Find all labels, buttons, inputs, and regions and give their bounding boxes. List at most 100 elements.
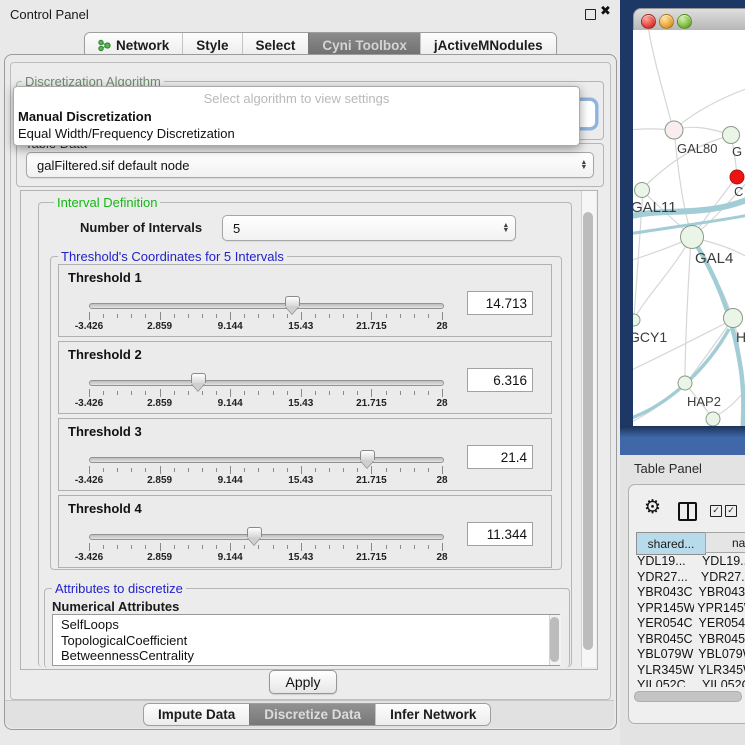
slider-minor-tick <box>244 468 245 472</box>
split-columns-icon[interactable] <box>678 502 697 521</box>
attributes-scrollbar-thumb[interactable] <box>550 617 559 662</box>
network-node-gal4[interactable] <box>681 226 704 249</box>
cell-shared-name[interactable]: YBL079W <box>634 647 695 663</box>
table-row[interactable]: YDR27...YDR27... <box>634 570 745 586</box>
cell-name[interactable]: YLR345W <box>695 663 745 679</box>
slider-track[interactable] <box>89 534 444 540</box>
slider-thumb[interactable] <box>360 450 375 467</box>
cell-shared-name[interactable]: YBR043C <box>634 585 696 601</box>
network-graph[interactable]: GAL80GCGAL11GAL4GCY1HHAP2 <box>633 30 745 426</box>
slider-track[interactable] <box>89 303 444 309</box>
slider-minor-tick <box>117 314 118 318</box>
cell-shared-name[interactable]: YDR27... <box>634 570 698 586</box>
network-node-gal11[interactable] <box>635 183 650 198</box>
close-icon[interactable]: ✖ <box>600 4 611 19</box>
tab-infer-network[interactable]: Infer Network <box>375 704 490 725</box>
slider-major-tick <box>230 466 231 474</box>
network-edge[interactable] <box>688 319 732 381</box>
slider-track[interactable] <box>89 457 444 463</box>
cell-name[interactable]: YIL052C <box>699 678 745 687</box>
tab-impute-data[interactable]: Impute Data <box>144 704 249 725</box>
table-row[interactable]: YER054CYER054C <box>634 616 745 632</box>
close-light-red[interactable] <box>641 14 656 29</box>
cell-shared-name[interactable]: YIL052C <box>634 678 699 687</box>
network-edge[interactable] <box>685 239 691 382</box>
algorithm-option-manual[interactable]: Manual Discretization <box>14 108 579 125</box>
gear-icon[interactable]: ⚙ <box>644 498 661 517</box>
cell-name[interactable]: YDR27... <box>698 570 745 586</box>
cell-name[interactable]: YER054C <box>696 616 745 632</box>
attribute-list-item[interactable]: BetweennessCentrality <box>53 648 559 664</box>
zoom-light-green[interactable] <box>677 14 692 29</box>
cell-shared-name[interactable]: YPR145W <box>634 601 694 617</box>
slider-minor-tick <box>400 545 401 549</box>
settings-scrollbar-thumb[interactable] <box>583 212 593 650</box>
column-header-name[interactable]: name <box>705 532 745 553</box>
table-data-combobox[interactable]: galFiltered.sif default node ▲▼ <box>26 152 594 178</box>
slider-thumb[interactable] <box>247 527 262 544</box>
slider-major-tick <box>160 466 161 474</box>
minimize-light-yellow[interactable] <box>659 14 674 29</box>
threshold-value-field[interactable] <box>467 368 533 392</box>
apply-button[interactable]: Apply <box>269 670 337 694</box>
algorithm-placeholder-option[interactable]: Select algorithm to view settings <box>14 87 579 108</box>
cell-shared-name[interactable]: YER054C <box>634 616 696 632</box>
cell-shared-name[interactable]: YBR045C <box>634 632 696 648</box>
attribute-list-item[interactable]: SelfLoops <box>53 617 559 633</box>
slider-major-tick <box>301 389 302 397</box>
table-row[interactable]: YLR345WYLR345W <box>634 663 745 679</box>
network-node[interactable] <box>706 412 720 426</box>
slider-tick-label: 15.43 <box>288 475 313 486</box>
network-edge[interactable] <box>634 239 690 319</box>
network-canvas[interactable]: GAL80GCGAL11GAL4GCY1HHAP2 <box>633 30 745 426</box>
table-hscrollbar-thumb[interactable] <box>634 691 742 702</box>
cell-shared-name[interactable]: YLR345W <box>634 663 695 679</box>
slider-minor-tick <box>343 545 344 549</box>
network-edge[interactable] <box>648 30 673 129</box>
table-row[interactable]: YBR045CYBR045C <box>634 632 745 648</box>
attribute-list-item[interactable]: TopologicalCoefficient <box>53 633 559 649</box>
cell-name[interactable]: YPR145W <box>694 601 745 617</box>
slider-tick-label: 21.715 <box>356 398 387 409</box>
slider-tick-label: -3.426 <box>75 552 103 563</box>
cell-name[interactable]: YDL19... <box>699 554 745 570</box>
threshold-value-field[interactable] <box>467 522 533 546</box>
float-window-icon[interactable] <box>585 9 596 20</box>
cell-name[interactable]: YBL079W <box>695 647 745 663</box>
slider-major-tick <box>230 389 231 397</box>
cell-shared-name[interactable]: YDL19... <box>634 554 699 570</box>
network-node-gal80[interactable] <box>665 121 683 139</box>
network-edge[interactable] <box>674 88 745 130</box>
network-edge[interactable] <box>633 239 689 261</box>
threshold-label: Threshold 2 <box>68 347 142 362</box>
checkbox-checked-icon[interactable]: ✓ <box>710 505 722 517</box>
table-row[interactable]: YBR043CYBR043C <box>634 585 745 601</box>
checkbox-checked-icon[interactable]: ✓ <box>725 505 737 517</box>
number-of-intervals-combobox[interactable]: 5 ▲▼ <box>222 215 516 241</box>
column-header-shared-name[interactable]: shared... <box>636 532 706 555</box>
slider-thumb[interactable] <box>285 296 300 313</box>
network-node-gcy1[interactable] <box>633 314 640 326</box>
slider-track[interactable] <box>89 380 444 386</box>
bottom-tab-bar: Impute Data Discretize Data Infer Networ… <box>143 703 491 726</box>
table-row[interactable]: YPR145WYPR145W <box>634 601 745 617</box>
cell-name[interactable]: YBR043C <box>696 585 745 601</box>
network-window-titlebar[interactable] <box>633 8 745 31</box>
tab-discretize-data[interactable]: Discretize Data <box>249 704 375 725</box>
network-node-g[interactable] <box>723 127 740 144</box>
network-node-h[interactable] <box>724 309 743 328</box>
network-node-hap2[interactable] <box>678 376 692 390</box>
slider-thumb[interactable] <box>191 373 206 390</box>
slider-minor-tick <box>357 468 358 472</box>
network-node-c[interactable] <box>730 170 744 184</box>
slider-minor-tick <box>273 391 274 395</box>
table-row[interactable]: YIL052CYIL052C <box>634 678 745 687</box>
slider-tick-label: -3.426 <box>75 321 103 332</box>
algorithm-option-equal-width[interactable]: Equal Width/Frequency Discretization <box>14 125 579 142</box>
threshold-value-field[interactable] <box>467 445 533 469</box>
table-row[interactable]: YDL19...YDL19... <box>634 554 745 570</box>
slider-major-tick <box>160 312 161 320</box>
table-row[interactable]: YBL079WYBL079W <box>634 647 745 663</box>
threshold-value-field[interactable] <box>467 291 533 315</box>
cell-name[interactable]: YBR045C <box>696 632 745 648</box>
